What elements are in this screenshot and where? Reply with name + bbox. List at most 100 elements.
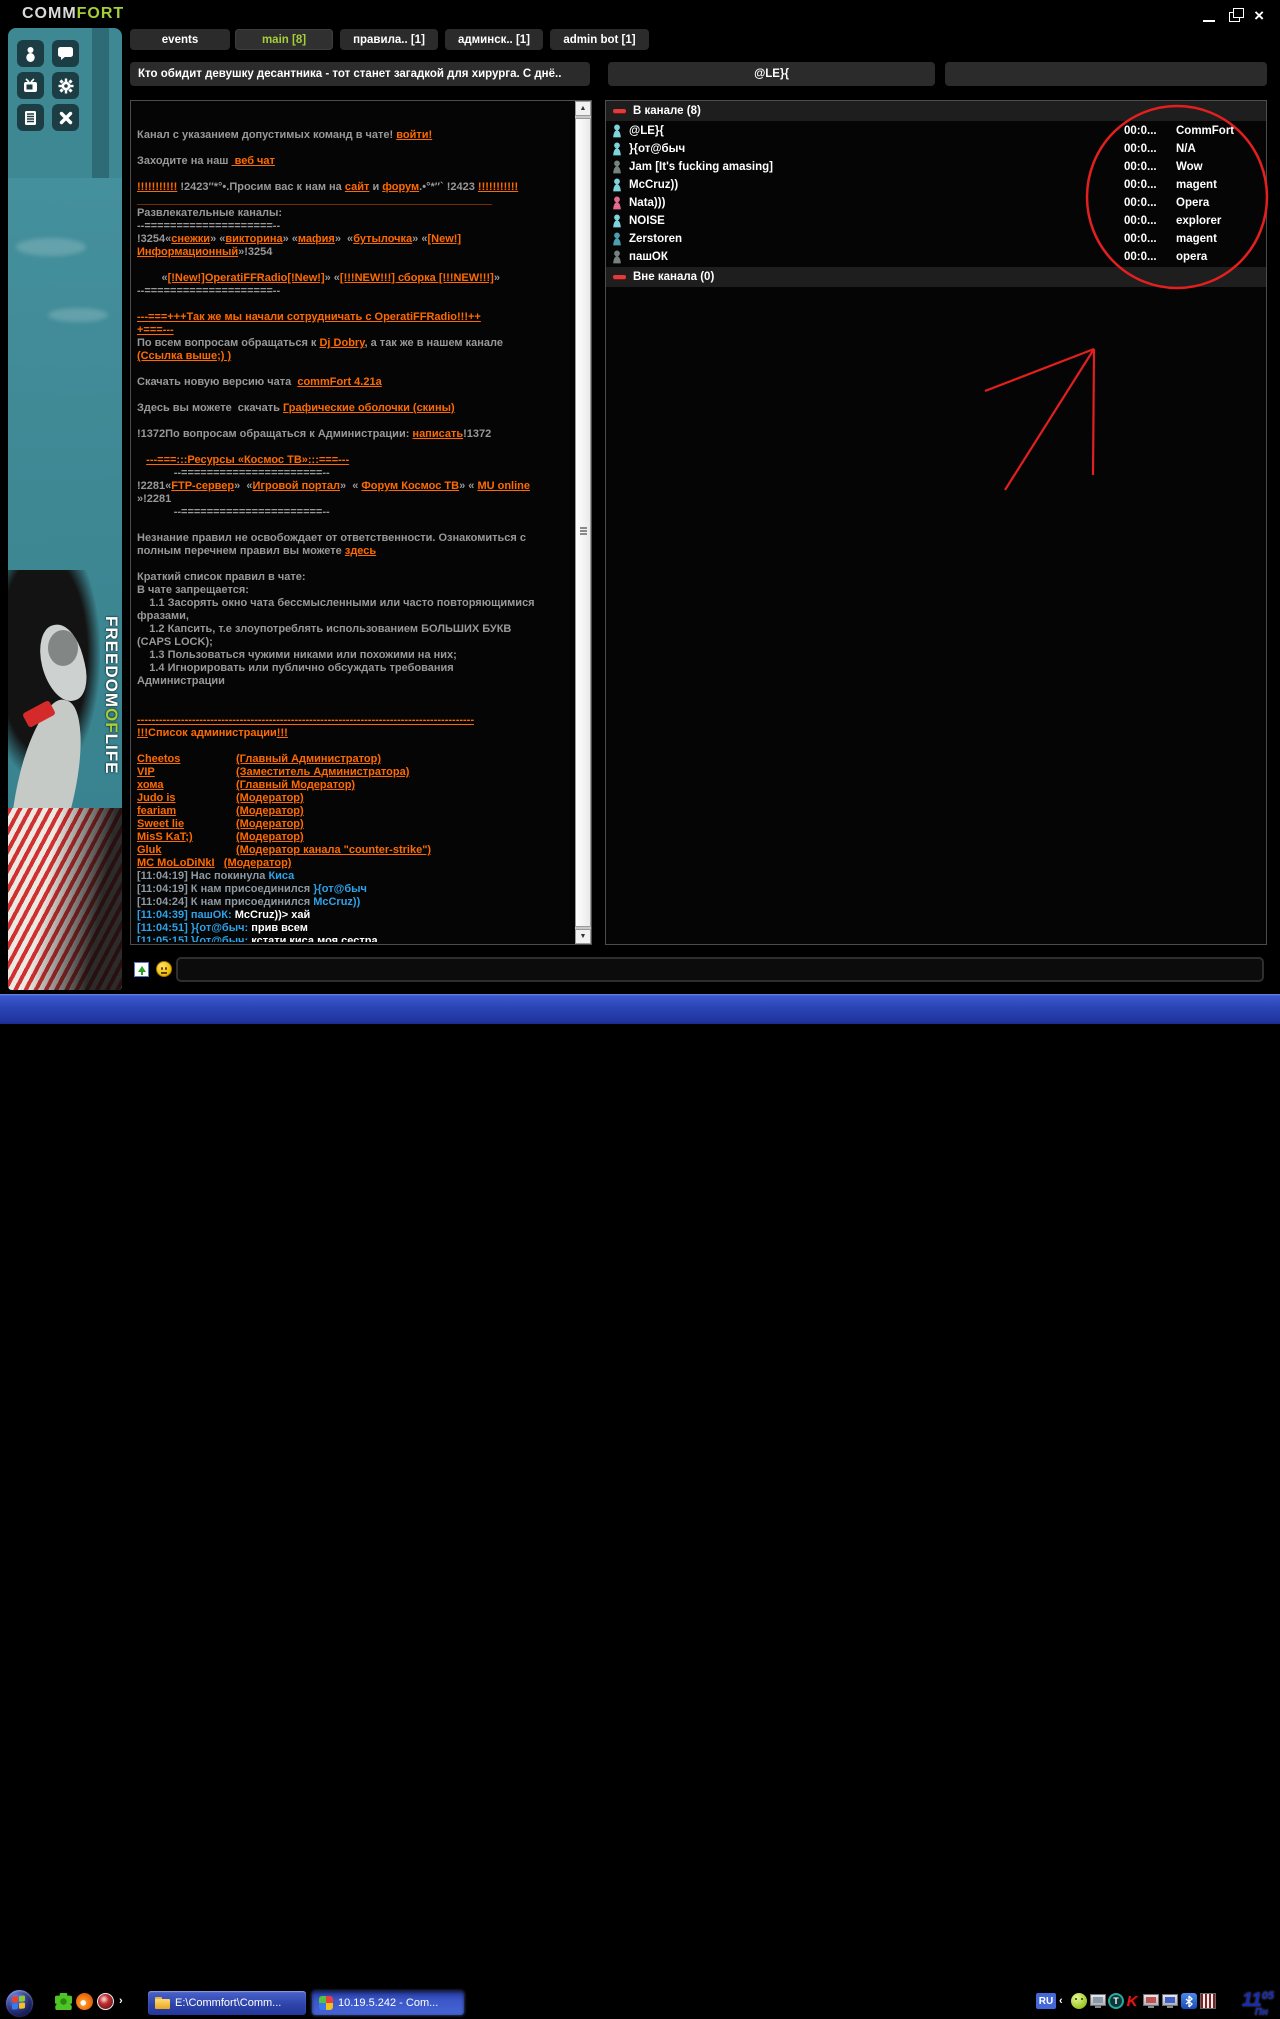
user-row[interactable]: Zerstoren00:0...magent	[606, 230, 1266, 248]
user-row[interactable]: пашОК00:0...opera	[606, 248, 1266, 266]
red-orb-icon[interactable]	[97, 1993, 114, 2010]
columns-tray-icon[interactable]	[1200, 1993, 1216, 2009]
chat-link[interactable]: commFort 4.21a	[297, 376, 381, 388]
chat-link[interactable]: Judo is	[137, 792, 236, 805]
settings-button[interactable]	[52, 72, 79, 99]
chat-link[interactable]: MU online	[477, 480, 530, 492]
chat-link[interactable]: Cheetos	[137, 753, 236, 766]
chat-link[interactable]: [New!]	[427, 233, 461, 245]
chat-link[interactable]: (Модератор)	[236, 805, 304, 817]
chat-link[interactable]: [!New!]OperatiFFRadio[!New!]	[168, 272, 325, 284]
chat-link[interactable]: веб чат	[232, 155, 275, 167]
chat-link[interactable]: MisS KaT;)	[137, 831, 236, 844]
channel-topic[interactable]: Кто обидит девушку десантника - тот стан…	[130, 62, 590, 86]
chat-link[interactable]: ---===:::Ресурсы «Космос ТВ»:::===---	[146, 454, 349, 466]
taskbar-button-commfort[interactable]: 10.19.5.242 - Com...	[312, 1991, 464, 2015]
chat-link[interactable]: хома	[137, 779, 236, 792]
user-row[interactable]: Nata)))00:0...Opera	[606, 194, 1266, 212]
chat-link[interactable]: (Заместитель Администратора)	[236, 766, 409, 778]
bluetooth-tray-icon[interactable]	[1181, 1993, 1197, 2009]
quicklaunch-expand-chevron[interactable]: ›	[119, 1995, 123, 2007]
tab-main[interactable]: main [8]	[235, 29, 333, 50]
chat-link[interactable]: FTP-сервер	[171, 480, 234, 492]
tray-collapse-chevron[interactable]: ‹	[1059, 1995, 1063, 2007]
chat-button[interactable]	[52, 40, 79, 67]
tab-admin-bot[interactable]: admin bot [1]	[550, 29, 649, 50]
user-info-button[interactable]	[17, 40, 44, 67]
chat-link[interactable]: снежки	[171, 233, 210, 245]
taskbar-button-explorer[interactable]: E:\Commfort\Comm...	[148, 1991, 306, 2015]
chat-link[interactable]: !!!!!!!!!!!	[478, 181, 518, 193]
chat-link[interactable]: (Главный Модератор)	[236, 779, 355, 791]
chat-link[interactable]: сайт	[345, 181, 370, 193]
scroll-up-button[interactable]: ▲	[575, 101, 591, 116]
user-row[interactable]: @LE}{00:0...CommFort	[606, 122, 1266, 140]
chat-link[interactable]: VIP	[137, 766, 236, 779]
chat-link[interactable]: Sweet lie	[137, 818, 236, 831]
smiley-tray-icon[interactable]	[1071, 1993, 1087, 2009]
close-button[interactable]: ×	[1254, 10, 1264, 22]
orange-swirl-icon[interactable]	[74, 1991, 96, 2013]
insert-image-icon[interactable]	[134, 962, 149, 977]
chat-link[interactable]: бутылочка	[353, 233, 412, 245]
chat-link[interactable]: (Модератор)	[236, 792, 304, 804]
empty-user-box[interactable]	[945, 62, 1267, 86]
chat-link[interactable]: войти!	[396, 129, 432, 141]
chat-link[interactable]: (Модератор канала "counter-strike")	[236, 844, 431, 856]
language-indicator[interactable]: RU	[1036, 1993, 1056, 2009]
network-red-tray-icon[interactable]	[1143, 1994, 1159, 2006]
user-row[interactable]: NOISE00:0...explorer	[606, 212, 1266, 230]
message-input[interactable]	[176, 957, 1264, 982]
chat-link[interactable]: !!!	[277, 727, 288, 739]
monitor-tray-icon[interactable]	[1090, 1994, 1106, 2006]
user-row[interactable]: McCruz))00:0...magent	[606, 176, 1266, 194]
selected-user-box[interactable]: @LE}{	[608, 62, 935, 86]
chat-link[interactable]: мафия	[298, 233, 335, 245]
chat-link[interactable]: форум	[382, 181, 419, 193]
restore-button[interactable]	[1229, 10, 1240, 22]
in-channel-header[interactable]: В канале (8)	[606, 101, 1266, 121]
chat-link[interactable]: Gluk	[137, 844, 236, 857]
chat-link[interactable]: Форум Космос ТВ	[361, 480, 459, 492]
chat-link[interactable]: feariam	[137, 805, 236, 818]
chat-link[interactable]: (Модератор)	[236, 831, 304, 843]
tab-pravila[interactable]: правила.. [1]	[340, 29, 438, 50]
chat-link[interactable]: (Ссылка выше;) )	[137, 350, 231, 362]
chat-link[interactable]: (Модератор)	[236, 818, 304, 830]
chat-link[interactable]: написать	[412, 428, 463, 440]
chat-link[interactable]: MC MoLoDiNkI	[137, 857, 215, 869]
minimize-button[interactable]	[1203, 10, 1215, 22]
tv-button[interactable]	[17, 72, 44, 99]
chat-link[interactable]: !!!	[137, 727, 148, 739]
network-blue-tray-icon[interactable]	[1162, 1994, 1178, 2006]
chat-link[interactable]: +===---	[137, 324, 174, 336]
chat-scrollbar[interactable]: ▲ ▼	[575, 101, 591, 944]
chat-link[interactable]: Игровой портал	[252, 480, 340, 492]
chat-link[interactable]: [!!!NEW!!!] сборка [!!!NEW!!!]	[340, 272, 494, 284]
tab-adminsk[interactable]: админск.. [1]	[445, 29, 543, 50]
chat-link[interactable]: ---===+++Так же мы начали сотрудничать с…	[137, 311, 481, 323]
chat-link[interactable]: (Модератор)	[224, 857, 292, 869]
tab-events[interactable]: events	[130, 29, 230, 50]
t-circle-tray-icon[interactable]: T	[1108, 1993, 1124, 2009]
scroll-thumb[interactable]	[575, 118, 591, 927]
emoticon-icon[interactable]	[156, 961, 172, 977]
chat-link[interactable]: !!!!!!!!!!!	[137, 181, 177, 193]
chat-link[interactable]: викторина	[225, 233, 282, 245]
chat-link[interactable]: Графические оболочки (скины)	[283, 402, 455, 414]
scroll-down-button[interactable]: ▼	[575, 929, 591, 944]
chat-link[interactable]: Dj Dobry	[319, 337, 364, 349]
icq-flower-icon[interactable]	[55, 1993, 72, 2010]
user-row[interactable]: }{от@быч00:0...N/A	[606, 140, 1266, 158]
out-channel-header[interactable]: Вне канала (0)	[606, 267, 1266, 287]
chat-link[interactable]: Информационный	[137, 246, 238, 258]
exit-button[interactable]	[52, 104, 79, 131]
chat-link[interactable]: ----------------------------------------…	[137, 714, 474, 726]
chat-link[interactable]: здесь	[345, 545, 376, 557]
chat-link[interactable]: (Главный Администратор)	[236, 753, 381, 765]
start-button[interactable]	[5, 1989, 34, 2018]
taskbar-clock[interactable]: 1105 Пн	[1222, 1990, 1274, 2019]
red-k-tray-icon[interactable]: K	[1124, 1993, 1140, 2009]
user-row[interactable]: Jam [It's fucking amasing]00:0...Wow	[606, 158, 1266, 176]
log-button[interactable]	[17, 104, 44, 131]
